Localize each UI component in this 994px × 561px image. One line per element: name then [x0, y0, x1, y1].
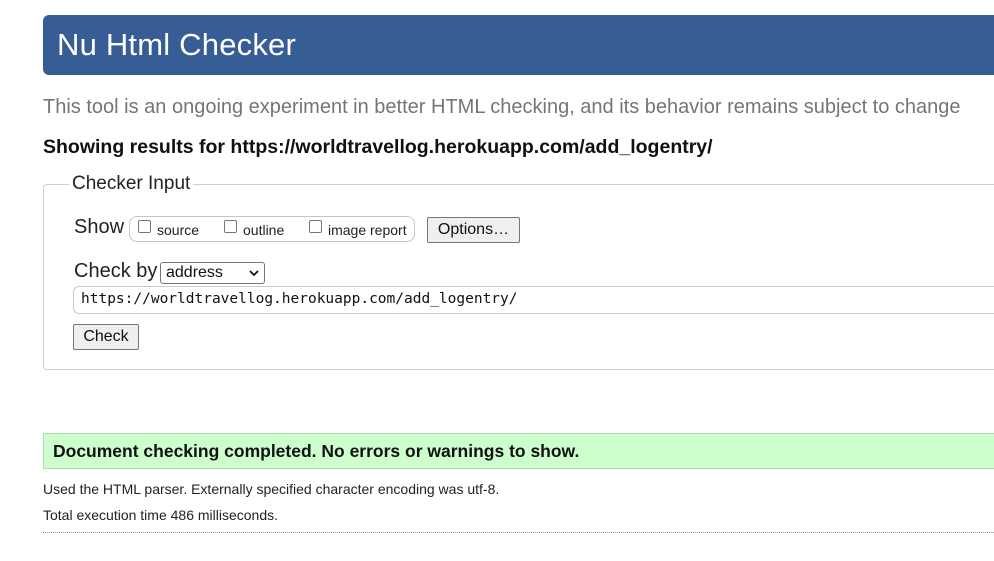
options-button[interactable]: Options… — [427, 217, 520, 243]
source-checkbox[interactable] — [138, 220, 151, 233]
success-message: Document checking completed. No errors o… — [53, 441, 580, 461]
url-input-value: https://worldtravellog.herokuapp.com/add… — [81, 291, 518, 307]
success-message-box: Document checking completed. No errors o… — [43, 433, 994, 469]
page-title: Nu Html Checker — [57, 27, 296, 62]
tagline: This tool is an ongoing experiment in be… — [43, 96, 961, 118]
header-banner: Nu Html Checker — [43, 15, 994, 75]
image-report-checkbox-label[interactable]: image report — [328, 222, 407, 238]
image-report-checkbox[interactable] — [309, 220, 322, 233]
check-by-label: Check by — [74, 260, 158, 282]
showing-results-heading: Showing results for https://worldtravell… — [43, 136, 713, 158]
source-checkbox-label[interactable]: source — [157, 222, 199, 238]
page: Nu Html Checker This tool is an ongoing … — [0, 0, 994, 561]
check-by-selected-value: address — [166, 264, 223, 281]
check-button[interactable]: Check — [73, 324, 139, 350]
url-input[interactable]: https://worldtravellog.herokuapp.com/add… — [73, 286, 994, 314]
chevron-down-icon — [249, 270, 259, 277]
divider — [43, 532, 994, 533]
check-by-select[interactable]: address — [160, 262, 265, 284]
outline-checkbox[interactable] — [224, 220, 237, 233]
show-label: Show — [74, 216, 125, 238]
checker-input-legend: Checker Input — [69, 173, 194, 195]
parser-info: Used the HTML parser. Externally specifi… — [43, 481, 500, 497]
outline-checkbox-label[interactable]: outline — [243, 222, 284, 238]
execution-time: Total execution time 486 milliseconds. — [43, 507, 279, 523]
